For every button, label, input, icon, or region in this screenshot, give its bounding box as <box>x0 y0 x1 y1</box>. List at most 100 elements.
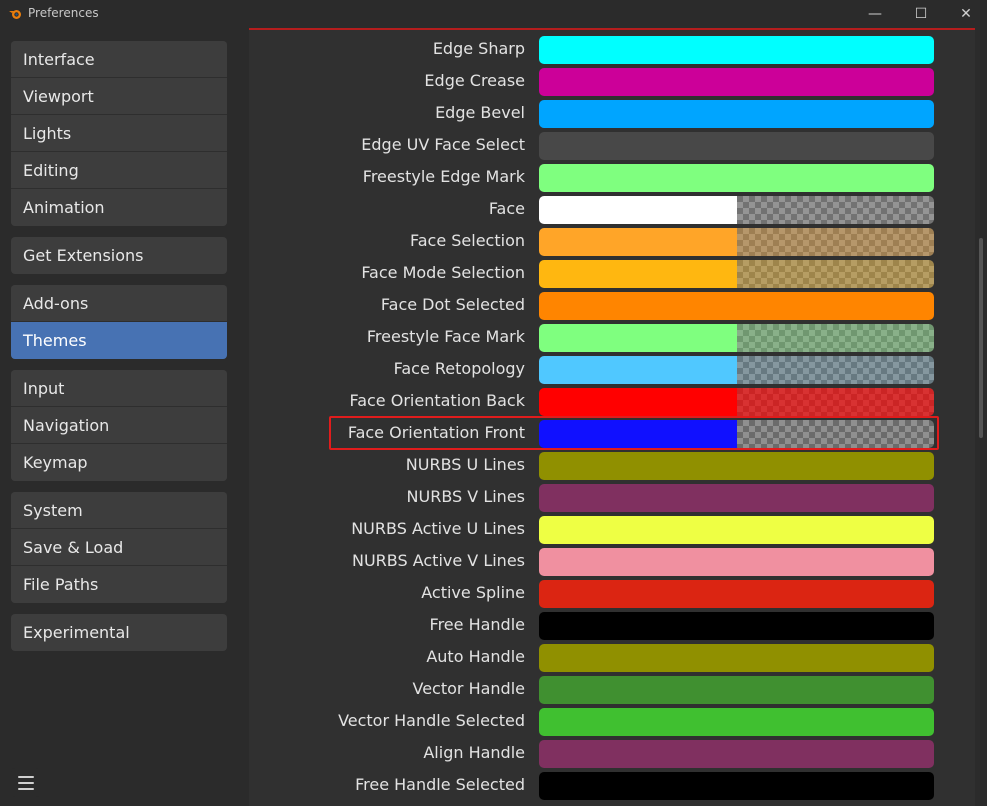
color-swatch-vector-handle-selected[interactable] <box>539 708 934 736</box>
scrollbar-thumb[interactable] <box>979 238 983 438</box>
theme-row-align-handle: Align Handle <box>249 736 975 768</box>
theme-row-label: Face Mode Selection <box>361 262 525 282</box>
color-swatch-align-handle[interactable] <box>539 740 934 768</box>
theme-row-label: Auto Handle <box>426 646 525 666</box>
nav-group-addons: Add-ons Themes <box>11 285 227 359</box>
theme-row-edge-uv-face-select: Edge UV Face Select <box>249 128 975 160</box>
theme-row-label: Face <box>488 198 525 218</box>
theme-row-label: Face Retopology <box>393 358 525 378</box>
theme-row-label: Face Orientation Front <box>347 422 525 442</box>
hamburger-menu-icon[interactable] <box>11 768 40 797</box>
nav-group-system: System Save & Load File Paths <box>11 492 227 603</box>
maximize-button[interactable]: ☐ <box>898 0 944 28</box>
color-swatch-face[interactable] <box>539 196 934 224</box>
nav-group-extensions: Get Extensions <box>11 237 227 274</box>
minimize-button[interactable]: — <box>852 0 898 28</box>
color-swatch-freestyle-face-mark[interactable] <box>539 324 934 352</box>
theme-row-face-selection: Face Selection <box>249 224 975 256</box>
theme-row-edge-sharp: Edge Sharp <box>249 32 975 64</box>
theme-row-label: Free Handle Selected <box>355 774 525 794</box>
theme-row-label: NURBS V Lines <box>406 486 525 506</box>
theme-row-freestyle-edge-mark: Freestyle Edge Mark <box>249 160 975 192</box>
theme-row-label: Edge Bevel <box>435 102 525 122</box>
color-swatch-face-selection[interactable] <box>539 228 934 256</box>
sidebar-item-interface[interactable]: Interface <box>11 41 227 78</box>
window-title: Preferences <box>28 6 99 20</box>
preferences-sidebar: Interface Viewport Lights Editing Animat… <box>0 28 238 806</box>
panel-header-line <box>249 28 975 30</box>
sidebar-item-lights[interactable]: Lights <box>11 115 227 152</box>
theme-row-freestyle-face-mark: Freestyle Face Mark <box>249 320 975 352</box>
theme-row-label: NURBS U Lines <box>405 454 525 474</box>
theme-row-label: Freestyle Edge Mark <box>362 166 525 186</box>
color-swatch-edge-uv-face-select[interactable] <box>539 132 934 160</box>
sidebar-item-file-paths[interactable]: File Paths <box>11 566 227 603</box>
theme-row-nurbs-active-u-lines: NURBS Active U Lines <box>249 512 975 544</box>
theme-row-edge-bevel: Edge Bevel <box>249 96 975 128</box>
blender-logo-icon <box>9 10 21 19</box>
theme-row-auto-handle: Auto Handle <box>249 640 975 672</box>
color-swatch-active-spline[interactable] <box>539 580 934 608</box>
color-swatch-nurbs-u-lines[interactable] <box>539 452 934 480</box>
theme-row-label: Active Spline <box>421 582 525 602</box>
theme-row-vector-handle-selected: Vector Handle Selected <box>249 704 975 736</box>
theme-row-face: Face <box>249 192 975 224</box>
color-swatch-edge-crease[interactable] <box>539 68 934 96</box>
color-swatch-face-orientation-front[interactable] <box>539 420 934 448</box>
color-swatch-free-handle[interactable] <box>539 612 934 640</box>
sidebar-item-experimental[interactable]: Experimental <box>11 614 227 651</box>
color-swatch-nurbs-active-u-lines[interactable] <box>539 516 934 544</box>
theme-row-label: Freestyle Face Mark <box>366 326 525 346</box>
color-swatch-freestyle-edge-mark[interactable] <box>539 164 934 192</box>
sidebar-item-add-ons[interactable]: Add-ons <box>11 285 227 322</box>
sidebar-item-input[interactable]: Input <box>11 370 227 407</box>
color-swatch-vector-handle[interactable] <box>539 676 934 704</box>
sidebar-item-system[interactable]: System <box>11 492 227 529</box>
theme-row-free-handle: Free Handle <box>249 608 975 640</box>
color-swatch-face-orientation-back[interactable] <box>539 388 934 416</box>
theme-row-label: Edge Crease <box>424 70 525 90</box>
nav-group-interface: Interface Viewport Lights Editing Animat… <box>11 41 227 226</box>
color-swatch-edge-sharp[interactable] <box>539 36 934 64</box>
color-swatch-nurbs-v-lines[interactable] <box>539 484 934 512</box>
maximize-icon: ☐ <box>914 6 928 22</box>
close-button[interactable]: ✕ <box>943 0 987 28</box>
nav-group-experimental: Experimental <box>11 614 227 651</box>
theme-row-face-mode-selection: Face Mode Selection <box>249 256 975 288</box>
theme-row-label: NURBS Active V Lines <box>351 550 525 570</box>
theme-settings-panel: Edge Sharp Edge Crease Edge Bevel Edge UV F… <box>249 28 975 806</box>
color-swatch-free-handle-selected[interactable] <box>539 772 934 800</box>
color-swatch-face-retopology[interactable] <box>539 356 934 384</box>
theme-row-vector-handle: Vector Handle <box>249 672 975 704</box>
theme-row-label: Vector Handle <box>412 678 526 698</box>
color-swatch-nurbs-active-v-lines[interactable] <box>539 548 934 576</box>
theme-row-free-handle-selected: Free Handle Selected <box>249 768 975 800</box>
theme-row-label: NURBS Active U Lines <box>351 518 525 538</box>
theme-row-label: Free Handle <box>429 614 525 634</box>
theme-row-edge-crease: Edge Crease <box>249 64 975 96</box>
theme-row-nurbs-active-v-lines: NURBS Active V Lines <box>249 544 975 576</box>
color-swatch-auto-handle[interactable] <box>539 644 934 672</box>
sidebar-item-animation[interactable]: Animation <box>11 189 227 226</box>
panel-scrollbar[interactable] <box>975 28 987 806</box>
sidebar-item-keymap[interactable]: Keymap <box>11 444 227 481</box>
color-swatch-face-mode-selection[interactable] <box>539 260 934 288</box>
sidebar-item-get-extensions[interactable]: Get Extensions <box>11 237 227 274</box>
theme-row-label: Align Handle <box>423 742 525 762</box>
sidebar-item-editing[interactable]: Editing <box>11 152 227 189</box>
theme-row-label: Face Dot Selected <box>380 294 525 314</box>
color-swatch-edge-bevel[interactable] <box>539 100 934 128</box>
color-swatch-face-dot-selected[interactable] <box>539 292 934 320</box>
theme-row-face-dot-selected: Face Dot Selected <box>249 288 975 320</box>
title-bar: Preferences — ☐ ✕ <box>0 0 987 28</box>
theme-row-active-spline: Active Spline <box>249 576 975 608</box>
theme-row-label: Vector Handle Selected <box>338 710 525 730</box>
sidebar-item-navigation[interactable]: Navigation <box>11 407 227 444</box>
theme-row-nurbs-u-lines: NURBS U Lines <box>249 448 975 480</box>
sidebar-item-viewport[interactable]: Viewport <box>11 78 227 115</box>
theme-row-label: Edge Sharp <box>432 38 525 58</box>
theme-row-nurbs-v-lines: NURBS V Lines <box>249 480 975 512</box>
sidebar-item-save-load[interactable]: Save & Load <box>11 529 227 566</box>
sidebar-item-themes[interactable]: Themes <box>11 322 227 359</box>
nav-group-input: Input Navigation Keymap <box>11 370 227 481</box>
